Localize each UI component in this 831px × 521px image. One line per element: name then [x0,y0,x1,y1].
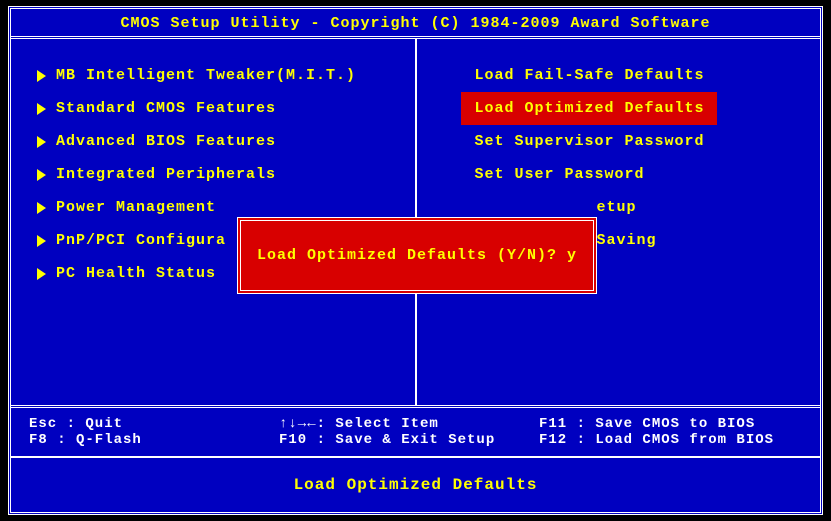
menu-label: etup [597,199,637,216]
key-f12: F12 : Load CMOS from BIOS [539,432,802,448]
key-f10: F10 : Save & Exit Setup [279,432,539,448]
menu-item-supervisor-password[interactable]: Set Supervisor Password [437,125,811,158]
menu-label: Power Management [56,199,216,216]
menu-label: MB Intelligent Tweaker(M.I.T.) [56,67,356,84]
menu-label: PC Health Status [56,265,216,282]
menu-label: Advanced BIOS Features [56,133,276,150]
menu-item-load-optimized[interactable]: Load Optimized Defaults [461,92,717,125]
triangle-right-icon [37,268,46,280]
menu-label: Standard CMOS Features [56,100,276,117]
menu-item-advanced-bios[interactable]: Advanced BIOS Features [31,125,405,158]
bios-screen: CMOS Setup Utility - Copyright (C) 1984-… [8,6,823,515]
key-esc: Esc : Quit [29,416,279,432]
menu-item-standard-cmos[interactable]: Standard CMOS Features [31,92,405,125]
menu-label: Set User Password [475,166,645,183]
key-arrows: ↑↓→←: Select Item [279,416,539,432]
key-row-2: F8 : Q-Flash F10 : Save & Exit Setup F12… [29,432,802,448]
triangle-right-icon [37,136,46,148]
key-f8: F8 : Q-Flash [29,432,279,448]
triangle-right-icon [37,202,46,214]
triangle-right-icon [37,235,46,247]
triangle-right-icon [37,169,46,181]
menu-item-mit[interactable]: MB Intelligent Tweaker(M.I.T.) [31,59,405,92]
menu-label: Set Supervisor Password [475,133,705,150]
menu-label: Load Optimized Defaults [475,100,705,117]
dialog-text: Load Optimized Defaults (Y/N)? y [257,247,577,264]
triangle-right-icon [37,103,46,115]
menu-label: Load Fail-Safe Defaults [475,67,705,84]
triangle-right-icon [37,70,46,82]
key-f11: F11 : Save CMOS to BIOS [539,416,802,432]
footer-description: Load Optimized Defaults [11,458,820,512]
confirm-dialog[interactable]: Load Optimized Defaults (Y/N)? y [237,217,597,294]
key-row-1: Esc : Quit ↑↓→←: Select Item F11 : Save … [29,416,802,432]
menu-label: PnP/PCI Configura [56,232,226,249]
menu-label: Integrated Peripherals [56,166,276,183]
menu-item-integrated-peripherals[interactable]: Integrated Peripherals [31,158,405,191]
footer-keys: Esc : Quit ↑↓→←: Select Item F11 : Save … [11,408,820,458]
menu-item-user-password[interactable]: Set User Password [437,158,811,191]
menu-label: Saving [597,232,657,249]
menu-item-load-failsafe[interactable]: Load Fail-Safe Defaults [437,59,811,92]
header-title: CMOS Setup Utility - Copyright (C) 1984-… [11,9,820,36]
